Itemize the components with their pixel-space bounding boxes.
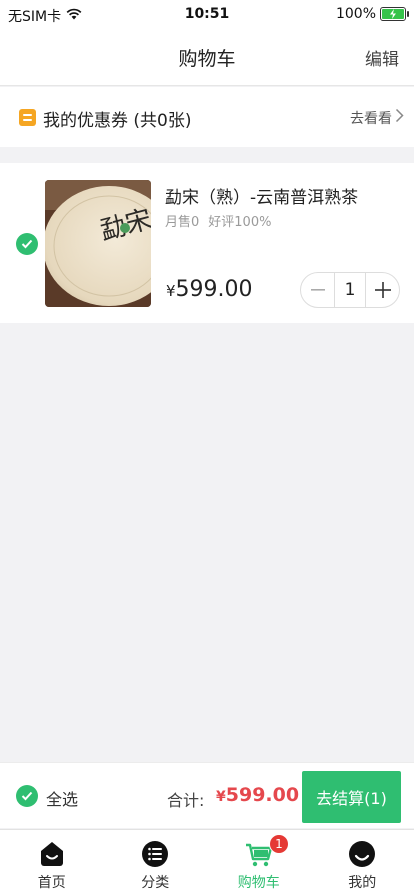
total-price: ¥599.00 — [216, 784, 299, 806]
total-amount: 599.00 — [225, 784, 300, 806]
coupon-icon — [19, 109, 36, 126]
select-all-label[interactable]: 全选 — [46, 786, 78, 810]
cart-item: 勐宋 勐宋（熟）-云南普洱熟茶 月售0 好评100% ¥599.00 1 — [0, 163, 414, 323]
status-bar: 无SIM卡 10:51 100% — [0, 0, 414, 30]
quantity-stepper: 1 — [300, 272, 400, 308]
profile-icon — [349, 841, 376, 867]
chevron-right-icon — [395, 108, 404, 127]
home-icon — [40, 842, 63, 866]
product-meta: 月售0 好评100% — [165, 211, 271, 230]
total-label: 合计: — [167, 791, 205, 810]
checkout-button[interactable]: 去结算(1) — [302, 771, 401, 823]
battery-charging-icon — [380, 7, 409, 21]
coupon-label: 我的优惠券 (共0张) — [43, 111, 192, 131]
product-price: ¥599.00 — [166, 277, 253, 302]
total-currency: ¥ — [216, 789, 226, 805]
tab-profile[interactable]: 我的 — [311, 830, 414, 896]
category-list-icon — [142, 841, 169, 867]
status-right: 100% — [335, 6, 409, 22]
decrement-button[interactable] — [301, 273, 334, 307]
tab-label: 我的 — [348, 875, 377, 891]
cart-badge: 1 — [269, 834, 289, 854]
quantity-value[interactable]: 1 — [334, 273, 366, 307]
minus-icon — [310, 289, 325, 291]
increment-button[interactable] — [366, 273, 399, 307]
coupon-row[interactable]: 我的优惠券 (共0张) 去看看 — [0, 87, 414, 147]
coupon-view-link[interactable]: 去看看 — [350, 108, 392, 128]
tab-category[interactable]: 分类 — [104, 830, 208, 896]
edit-button[interactable]: 编辑 — [365, 45, 399, 70]
product-title[interactable]: 勐宋（熟）-云南普洱熟茶 — [165, 183, 358, 208]
item-checkbox[interactable] — [16, 233, 38, 255]
checkout-bar: 全选 合计: ¥599.00 去结算(1) — [0, 762, 414, 828]
tab-cart[interactable]: 1 购物车 — [207, 830, 311, 896]
price-currency: ¥ — [166, 282, 176, 300]
checkmark-icon — [21, 791, 33, 801]
select-all-checkbox[interactable] — [16, 785, 38, 807]
rating: 好评100% — [208, 215, 272, 230]
monthly-sales: 月售0 — [165, 215, 200, 230]
product-image[interactable]: 勐宋 — [45, 180, 151, 307]
plus-icon — [374, 282, 391, 298]
tab-label: 首页 — [37, 875, 66, 891]
tab-bar: 首页 分类 1 购物车 我的 — [0, 829, 414, 896]
battery-percent: 100% — [335, 6, 376, 22]
page-title: 购物车 — [178, 48, 236, 70]
nav-bar: 购物车 编辑 — [0, 30, 414, 86]
tab-label: 分类 — [141, 875, 170, 891]
price-amount: 599.00 — [175, 277, 253, 302]
checkmark-icon — [21, 239, 33, 249]
tab-label: 购物车 — [237, 875, 280, 891]
tab-home[interactable]: 首页 — [0, 830, 104, 896]
